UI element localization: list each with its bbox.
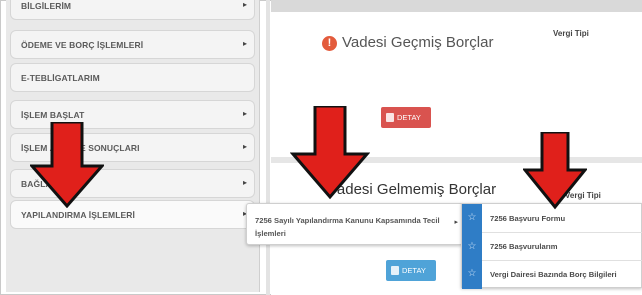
submenu-7256: ☆ ☆ ☆ 7256 Başvuru Formu 7256 Başvurular… <box>461 203 642 289</box>
star-icon[interactable]: ☆ <box>466 268 478 280</box>
sidebar-item-e-tebligatlarim[interactable]: E-TEBLİGATLARIM <box>10 63 255 92</box>
sidebar-item-label: BİLGİLERİM <box>21 1 72 11</box>
detail-button-label: DETAY <box>397 113 421 122</box>
not-due-detail-button[interactable]: DETAY <box>386 260 436 281</box>
sidebar-item-bilgilerim[interactable]: BİLGİLERİM ▸ <box>10 0 255 20</box>
chevron-right-icon: ▸ <box>242 109 247 118</box>
submenu-item-7256-basvuru-formu[interactable]: 7256 Başvuru Formu <box>490 214 565 223</box>
sidebar-item-label: E-TEBLİGATLARIM <box>21 73 100 83</box>
document-icon <box>386 113 394 122</box>
sidebar-item-label: İŞLEM BAŞLAT <box>21 110 85 120</box>
divider <box>482 232 642 233</box>
panel-divider <box>266 0 270 295</box>
chevron-right-icon: ▸ <box>242 178 247 187</box>
submenu-yapilandirma[interactable]: 7256 Sayılı Yapılandırma Kanunu Kapsamın… <box>246 203 463 245</box>
overdue-detail-button[interactable]: DETAY <box>381 107 431 128</box>
chevron-right-icon: ▸ <box>242 0 247 9</box>
detail-button-label: DETAY <box>402 266 426 275</box>
star-icon[interactable]: ☆ <box>466 212 478 224</box>
annotation-arrow-icon <box>523 132 587 210</box>
sidebar-item-label: ÖDEME VE BORÇ İŞLEMLERİ <box>21 40 144 50</box>
submenu-item-vergi-dairesi-borc[interactable]: Vergi Dairesi Bazında Borç Bilgileri <box>490 270 617 279</box>
submenu-item-7256-tecil[interactable]: 7256 Sayılı Yapılandırma Kanunu Kapsamın… <box>255 214 451 240</box>
sidebar-item-odeme-borc[interactable]: ÖDEME VE BORÇ İŞLEMLERİ ▸ <box>10 30 255 59</box>
document-icon <box>391 266 399 275</box>
overdue-debts-title: Vadesi Geçmiş Borçlar <box>342 34 494 51</box>
warning-icon: ! <box>322 36 337 51</box>
sidebar-item-label: YAPILANDIRMA İŞLEMLERİ <box>21 210 135 220</box>
favorites-column: ☆ ☆ ☆ <box>462 204 482 289</box>
divider <box>482 260 642 261</box>
top-strip <box>271 0 642 12</box>
chevron-right-icon: ▸ <box>454 219 458 226</box>
chevron-right-icon: ▸ <box>242 39 247 48</box>
submenu-item-7256-basvurularim[interactable]: 7256 Başvurularım <box>490 242 558 251</box>
annotation-arrow-icon <box>290 106 370 200</box>
star-icon[interactable]: ☆ <box>466 241 478 253</box>
tax-type-column-header: Vergi Tipi <box>553 29 589 38</box>
chevron-right-icon: ▸ <box>242 142 247 151</box>
annotation-arrow-icon <box>30 122 104 208</box>
